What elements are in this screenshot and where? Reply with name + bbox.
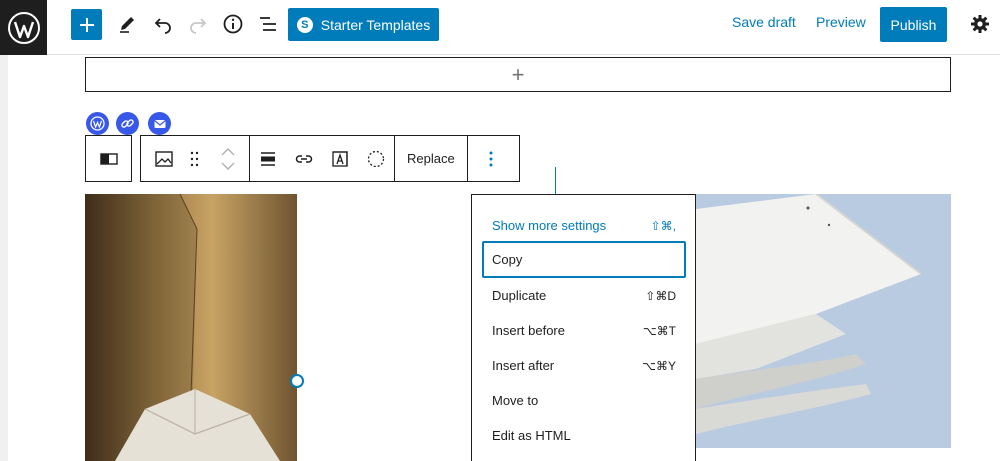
- menu-item-move-to[interactable]: Move to: [482, 382, 686, 419]
- duotone-icon: [367, 150, 385, 167]
- block-options-menu: Show more settings ⇧⌘, Copy Duplicate ⇧⌘…: [471, 194, 696, 461]
- move-down-icon[interactable]: [221, 162, 235, 170]
- image-icon: [155, 150, 173, 167]
- list-view-button[interactable]: [256, 12, 280, 36]
- plus-icon: [79, 17, 94, 32]
- menu-item-copy[interactable]: Copy: [482, 241, 686, 278]
- duotone-button[interactable]: [358, 136, 394, 181]
- menu-item-shortcut: ⌥⌘T: [642, 323, 676, 338]
- pencil-icon: [120, 17, 134, 33]
- image-block-toolbar: Replace: [140, 135, 520, 182]
- undo-button[interactable]: [151, 12, 175, 36]
- menu-item-label: Copy: [492, 252, 523, 267]
- image-resize-handle[interactable]: [290, 374, 304, 388]
- starter-templates-button[interactable]: S Starter Templates: [288, 8, 439, 41]
- canvas-left-rail: [0, 55, 8, 461]
- align-icon: [261, 151, 275, 166]
- list-view-icon: [260, 17, 276, 31]
- preview-button[interactable]: Preview: [816, 14, 866, 30]
- text-overlay-icon: [332, 150, 348, 167]
- redo-icon: [190, 18, 207, 34]
- details-button[interactable]: [221, 12, 245, 36]
- block-options-button[interactable]: [468, 136, 514, 181]
- text-overlay-button[interactable]: [322, 136, 358, 181]
- move-buttons: [207, 136, 249, 181]
- link-social-icon[interactable]: [116, 112, 139, 135]
- block-appender-button[interactable]: +: [85, 57, 951, 92]
- architecture-photo-left[interactable]: [85, 194, 297, 461]
- block-inserter-line: [555, 167, 556, 195]
- menu-item-label: Show more settings: [492, 218, 607, 233]
- wordpress-social-icon[interactable]: [86, 112, 109, 135]
- drag-handle[interactable]: [183, 136, 207, 181]
- save-draft-button[interactable]: Save draft: [732, 14, 796, 30]
- more-vertical-icon: [489, 151, 493, 166]
- architecture-photo-right[interactable]: [696, 194, 951, 448]
- redo-button[interactable]: [186, 12, 210, 36]
- parent-block-selector-toolbar: [85, 135, 132, 182]
- menu-item-insert-before[interactable]: Insert before ⌥⌘T: [482, 312, 686, 349]
- mail-social-icon[interactable]: [148, 112, 171, 135]
- menu-item-label: Duplicate: [492, 288, 547, 303]
- menu-item-insert-after[interactable]: Insert after ⌥⌘Y: [482, 347, 686, 384]
- menu-item-duplicate[interactable]: Duplicate ⇧⌘D: [482, 277, 686, 314]
- menu-item-shortcut: ⇧⌘D: [645, 288, 676, 303]
- starter-templates-icon: S: [296, 16, 313, 33]
- link-icon: [295, 154, 313, 163]
- menu-item-label: Edit as HTML: [492, 428, 571, 443]
- align-button[interactable]: [250, 136, 286, 181]
- insert-link-button[interactable]: [286, 136, 322, 181]
- add-block-button[interactable]: [71, 9, 102, 40]
- replace-button[interactable]: Replace: [395, 151, 467, 166]
- media-text-icon: [99, 152, 118, 165]
- drag-handle-icon: [190, 151, 199, 166]
- editor-header: S Starter Templates Save draft Preview P…: [0, 0, 1000, 55]
- image-block-type-button[interactable]: [145, 136, 183, 181]
- gear-icon: [971, 15, 989, 33]
- starter-templates-label: Starter Templates: [320, 16, 431, 33]
- edit-tool-button[interactable]: [115, 12, 139, 36]
- move-up-icon[interactable]: [221, 147, 235, 156]
- undo-icon: [154, 18, 171, 34]
- menu-item-label: Insert before: [492, 323, 565, 338]
- media-text-block-button[interactable]: [91, 136, 127, 181]
- menu-item-shortcut: ⇧⌘,: [650, 218, 676, 233]
- menu-item-label: Move to: [492, 393, 539, 408]
- publish-button[interactable]: Publish: [880, 7, 947, 42]
- settings-button[interactable]: [969, 13, 991, 35]
- menu-item-label: Insert after: [492, 358, 555, 373]
- info-icon: [223, 14, 243, 34]
- menu-item-show-more-settings[interactable]: Show more settings ⇧⌘,: [482, 207, 686, 244]
- menu-item-shortcut: ⌥⌘Y: [642, 358, 676, 373]
- menu-item-edit-as-html[interactable]: Edit as HTML: [482, 417, 686, 454]
- wordpress-logo-icon[interactable]: [0, 0, 47, 55]
